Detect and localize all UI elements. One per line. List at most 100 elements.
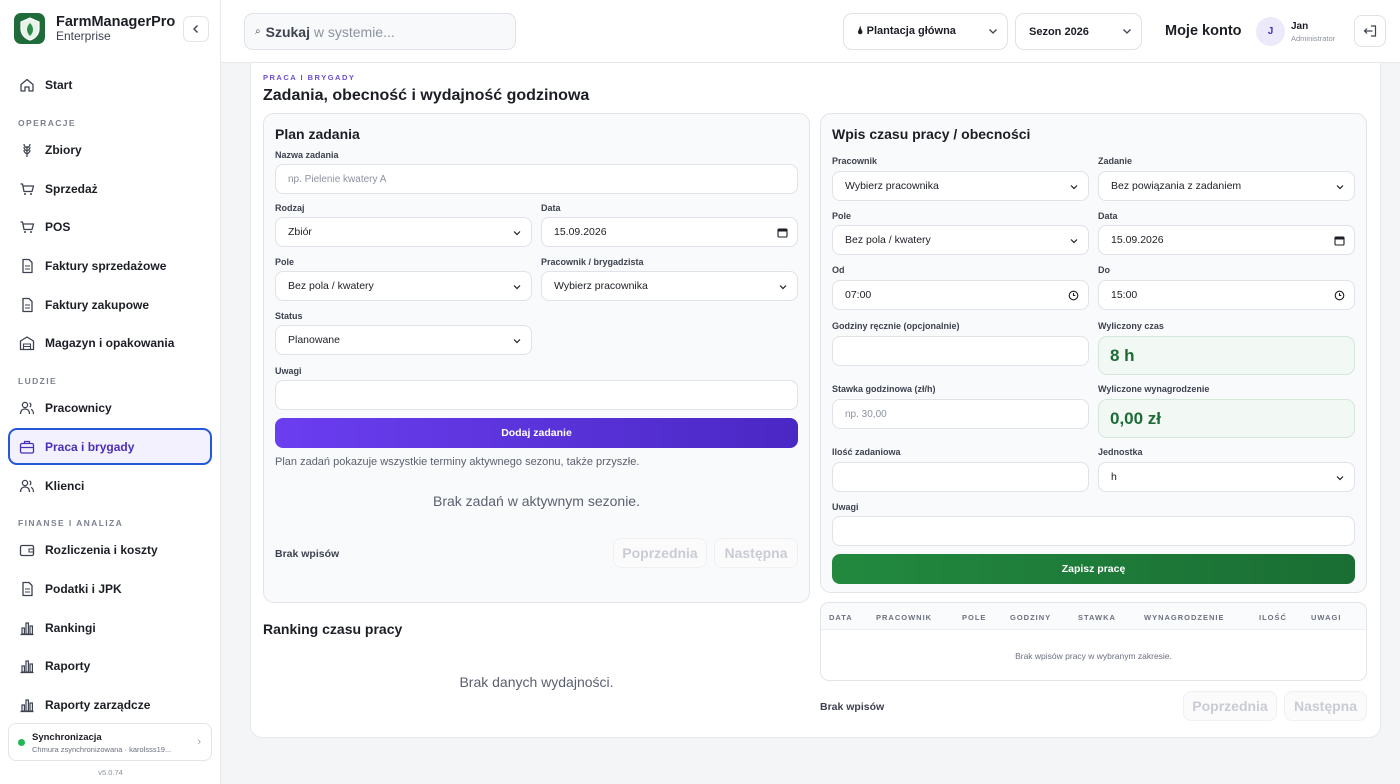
task-field-select[interactable]: Bez pola / kwatery (275, 271, 532, 301)
search-placeholder-bold: Szukaj (265, 23, 310, 40)
brand[interactable]: FarmManagerPro Enterprise (14, 13, 175, 44)
user-role: Administrator (1291, 34, 1336, 43)
sidebar-item-rankings[interactable]: Rankingi (8, 609, 212, 646)
column-header-rate[interactable]: STAWKA (1078, 613, 1116, 622)
sidebar-item-label: Faktury sprzedażowe (45, 258, 167, 273)
wheat-icon (18, 141, 36, 159)
task-plan-empty: Brak zadań w aktywnym sezonie. (433, 493, 640, 509)
sidebar-item-label: Rozliczenia i koszty (45, 542, 158, 557)
section-label-operations: OPERACJE (18, 118, 76, 128)
work-worker-select[interactable]: Wybierz pracownika (832, 171, 1089, 201)
chevron-left-icon (193, 25, 198, 33)
task-plan-next-button[interactable]: Następna (714, 538, 798, 568)
season-select[interactable]: Sezon 2026 (1015, 13, 1142, 50)
task-notes-input[interactable] (275, 380, 798, 410)
plantation-select[interactable]: 🌢 Plantacja główna (843, 13, 1008, 50)
work-to-value: 15:00 (1111, 289, 1138, 301)
users-icon (18, 477, 36, 495)
calc-pay-label: Wyliczone wynagrodzenie (1098, 384, 1210, 394)
section-label-people: LUDZIE (18, 376, 58, 386)
my-account-link[interactable]: Moje konto (1165, 23, 1242, 39)
work-field-select[interactable]: Bez pola / kwatery (832, 225, 1089, 255)
task-worker-select[interactable]: Wybierz pracownika (541, 271, 798, 301)
manual-hours-input[interactable] (832, 336, 1089, 366)
task-plan-entries-count: Brak wpisów (275, 548, 340, 560)
work-date-label: Data (1098, 211, 1118, 221)
plantation-value: 🌢 Plantacja główna (857, 25, 956, 37)
app-version: v5.0.74 (98, 768, 123, 777)
work-from-input[interactable]: 07:00 (832, 280, 1089, 310)
table-header: DATA PRACOWNIK POLE GODZINY STAWKA WYNAG… (821, 603, 1366, 630)
task-type-select[interactable]: Zbiór (275, 217, 532, 247)
task-notes-label: Uwagi (275, 366, 302, 376)
ranking-empty: Brak danych wydajności. (459, 674, 614, 690)
column-header-pay[interactable]: WYNAGRODZENIE (1144, 613, 1225, 622)
work-to-input[interactable]: 15:00 (1098, 280, 1355, 310)
add-task-button[interactable]: Dodaj zadanie (275, 418, 798, 448)
sidebar-item-purchase-invoices[interactable]: Faktury zakupowe (8, 286, 212, 323)
work-task-label: Zadanie (1098, 156, 1133, 166)
sync-subtitle: Chmura zsynchronizowana · karolsss19... (32, 745, 172, 754)
hourly-rate-input[interactable]: np. 30,00 (832, 399, 1089, 429)
collapse-sidebar-button[interactable] (183, 16, 209, 42)
column-header-notes[interactable]: UWAGI (1311, 613, 1341, 622)
column-header-field[interactable]: POLE (962, 613, 986, 622)
sync-status[interactable]: Synchronizacja Chmura zsynchronizowana ·… (8, 723, 212, 761)
chevron-down-icon (1070, 239, 1078, 244)
task-date-input[interactable]: 15.09.2026 (541, 217, 798, 247)
column-header-quantity[interactable]: ILOŚĆ (1259, 613, 1287, 622)
task-plan-prev-button[interactable]: Poprzednia (613, 538, 707, 568)
table-empty-message: Brak wpisów pracy w wybranym zakresie. (1015, 651, 1172, 661)
sidebar-item-reports[interactable]: Raporty (8, 647, 212, 684)
sync-status-dot (18, 739, 25, 746)
column-header-date[interactable]: DATA (829, 613, 853, 622)
work-task-select[interactable]: Bez powiązania z zadaniem (1098, 171, 1355, 201)
user-name: Jan (1291, 21, 1309, 32)
chevron-down-icon (513, 339, 521, 344)
work-log-next-button[interactable]: Następna (1284, 691, 1367, 721)
sidebar-item-workers[interactable]: Pracownicy (8, 389, 212, 426)
task-name-input[interactable]: np. Pielenie kwatery A (275, 164, 798, 194)
avatar[interactable]: J (1256, 17, 1285, 46)
sidebar-item-clients[interactable]: Klienci (8, 467, 212, 504)
task-status-label: Status (275, 311, 303, 321)
work-date-input[interactable]: 15.09.2026 (1098, 225, 1355, 255)
sidebar-item-settlements[interactable]: Rozliczenia i koszty (8, 531, 212, 568)
sidebar-item-harvests[interactable]: Zbiory (8, 131, 212, 168)
sidebar-item-pos[interactable]: POS (8, 208, 212, 245)
sidebar-item-label: Rankingi (45, 620, 96, 635)
sidebar-item-sales[interactable]: Sprzedaż (8, 170, 212, 207)
task-field-value: Bez pola / kwatery (288, 280, 374, 292)
home-icon (18, 76, 36, 94)
task-plan-title: Plan zadania (275, 126, 360, 142)
clock-icon (1068, 290, 1079, 301)
sidebar-item-warehouse[interactable]: Magazyn i opakowania (8, 324, 212, 361)
work-notes-input[interactable] (832, 516, 1355, 546)
sidebar-item-management-reports[interactable]: Raporty zarządcze (8, 686, 212, 723)
app-name: FarmManagerPro (56, 14, 176, 30)
sidebar-item-sales-invoices[interactable]: Faktury sprzedażowe (8, 247, 212, 284)
task-quantity-input[interactable] (832, 462, 1089, 492)
sidebar-item-start[interactable]: Start (8, 66, 212, 103)
logout-button[interactable] (1354, 15, 1386, 47)
chevron-down-icon (989, 29, 997, 34)
column-header-hours[interactable]: GODZINY (1010, 613, 1051, 622)
column-header-worker[interactable]: PRACOWNIK (876, 613, 932, 622)
sidebar-item-work-brigades[interactable]: Praca i brygady (8, 428, 212, 465)
sidebar-item-label: Magazyn i opakowania (45, 335, 175, 350)
sidebar-item-label: Zbiory (45, 142, 82, 157)
chevron-right-icon: › (197, 736, 201, 748)
sidebar-item-label: Pracownicy (45, 400, 112, 415)
task-quantity-label: Ilość zadaniowa (832, 447, 901, 457)
unit-select[interactable]: h (1098, 462, 1355, 492)
wallet-icon (18, 541, 36, 559)
save-work-button[interactable]: Zapisz pracę (832, 554, 1355, 584)
sidebar-item-taxes[interactable]: Podatki i JPK (8, 570, 212, 607)
task-status-select[interactable]: Planowane (275, 325, 532, 355)
bar-chart-icon (18, 657, 36, 675)
search-input[interactable]: ⌕ Szukaj w systemie... (244, 13, 516, 50)
sync-title: Synchronizacja (32, 732, 102, 743)
topbar: ⌕ Szukaj w systemie... 🌢 Plantacja główn… (221, 0, 1400, 63)
work-log-prev-button[interactable]: Poprzednia (1183, 691, 1277, 721)
unit-value: h (1111, 471, 1117, 483)
